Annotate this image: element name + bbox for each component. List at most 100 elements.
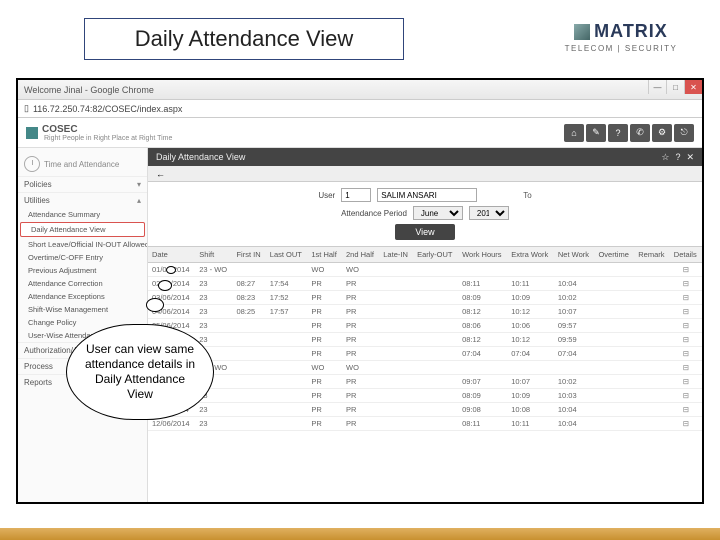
sidebar-item-utilities-4[interactable]: Previous Adjustment: [18, 264, 147, 277]
cell-lo: [266, 389, 308, 403]
row-details-button[interactable]: ⊟: [670, 277, 702, 291]
cell-ot: [594, 347, 634, 361]
column-header[interactable]: Extra Work: [507, 247, 554, 263]
column-header[interactable]: Date: [148, 247, 195, 263]
window-close-button[interactable]: ✕: [684, 80, 702, 94]
sidebar-item-utilities-7[interactable]: Shift-Wise Management: [18, 303, 147, 316]
cell-h1: PR: [307, 277, 342, 291]
topnav-icon-4[interactable]: ⚙: [652, 124, 672, 142]
table-row: 11/06/201423PRPR09:0810:0810:04⊟: [148, 403, 702, 417]
cell-eo: [413, 291, 458, 305]
column-header[interactable]: Late-IN: [379, 247, 413, 263]
row-details-button[interactable]: ⊟: [670, 305, 702, 319]
cell-ew: 10:09: [507, 291, 554, 305]
user-id-input[interactable]: [341, 188, 371, 202]
filter-area: User To Attendance Period June 2014 View: [148, 182, 702, 247]
sidebar-item-utilities-5[interactable]: Attendance Correction: [18, 277, 147, 290]
cell-wh: 08:09: [458, 389, 507, 403]
row-details-button[interactable]: ⊟: [670, 263, 702, 277]
cell-ew: [507, 361, 554, 375]
cell-ew: 10:08: [507, 403, 554, 417]
column-header[interactable]: Early-OUT: [413, 247, 458, 263]
sidebar-section-label: Process: [24, 362, 53, 371]
row-details-button[interactable]: ⊟: [670, 333, 702, 347]
cell-wh: [458, 263, 507, 277]
year-select[interactable]: 2014: [469, 206, 509, 220]
sidebar-module-header[interactable]: Time and Attendance: [18, 152, 147, 176]
cell-lo: [266, 347, 308, 361]
app-brand[interactable]: COSEC Right People in Right Place at Rig…: [26, 124, 172, 142]
sidebar-section-utilities[interactable]: Utilities ▴: [18, 192, 147, 208]
column-header[interactable]: Overtime: [594, 247, 634, 263]
window-minimize-button[interactable]: —: [648, 80, 666, 94]
cell-eo: [413, 263, 458, 277]
cell-h1: PR: [307, 305, 342, 319]
column-header[interactable]: 1st Half: [307, 247, 342, 263]
url-bar[interactable]: ▯ 116.72.250.74:82/COSEC/index.aspx: [18, 100, 702, 118]
cell-ew: 10:12: [507, 305, 554, 319]
sidebar-item-utilities-0[interactable]: Attendance Summary: [18, 208, 147, 221]
cell-h1: PR: [307, 291, 342, 305]
sidebar-item-utilities-3[interactable]: Overtime/C-OFF Entry: [18, 251, 147, 264]
cell-li: [379, 333, 413, 347]
topnav-icon-2[interactable]: ?: [608, 124, 628, 142]
cell-li: [379, 305, 413, 319]
cell-fi: 08:25: [232, 305, 265, 319]
cell-h1: WO: [307, 263, 342, 277]
cell-nw: 10:07: [554, 305, 595, 319]
cell-nw: 10:02: [554, 291, 595, 305]
table-row: 04/06/20142308:2517:57PRPR08:1210:1210:0…: [148, 305, 702, 319]
table-row: 09/06/201423PRPR09:0710:0710:02⊟: [148, 375, 702, 389]
cell-lo: [266, 403, 308, 417]
row-details-button[interactable]: ⊟: [670, 375, 702, 389]
row-details-button[interactable]: ⊟: [670, 319, 702, 333]
brand-sub: Right People in Right Place at Right Tim…: [44, 135, 172, 142]
column-header[interactable]: Last OUT: [266, 247, 308, 263]
cell-li: [379, 417, 413, 431]
cell-eo: [413, 305, 458, 319]
cell-ew: 10:11: [507, 417, 554, 431]
cell-li: [379, 319, 413, 333]
back-button[interactable]: ←: [156, 169, 165, 179]
month-select[interactable]: June: [413, 206, 463, 220]
period-label: Attendance Period: [341, 209, 407, 218]
cell-rm: [634, 417, 670, 431]
column-header[interactable]: Work Hours: [458, 247, 507, 263]
row-details-button[interactable]: ⊟: [670, 389, 702, 403]
cell-lo: [266, 361, 308, 375]
sidebar-section-policies[interactable]: Policies ▾: [18, 176, 147, 192]
row-details-button[interactable]: ⊟: [670, 291, 702, 305]
panel-header-icon-2[interactable]: ✕: [686, 152, 694, 163]
cell-li: [379, 361, 413, 375]
column-header[interactable]: 2nd Half: [342, 247, 379, 263]
panel-header-icon-0[interactable]: ☆: [661, 152, 669, 163]
cell-rm: [634, 291, 670, 305]
cell-ot: [594, 361, 634, 375]
cell-ew: 10:12: [507, 333, 554, 347]
topnav-icon-3[interactable]: ✆: [630, 124, 650, 142]
cell-fi: [232, 375, 265, 389]
column-header[interactable]: Shift: [195, 247, 232, 263]
cell-ot: [594, 417, 634, 431]
column-header[interactable]: Details: [670, 247, 702, 263]
user-name-input[interactable]: [377, 188, 477, 202]
cell-li: [379, 389, 413, 403]
row-details-button[interactable]: ⊟: [670, 417, 702, 431]
sidebar-item-utilities-2[interactable]: Short Leave/Official IN-OUT Allowed: [18, 238, 147, 251]
row-details-button[interactable]: ⊟: [670, 347, 702, 361]
sidebar-item-utilities-6[interactable]: Attendance Exceptions: [18, 290, 147, 303]
window-maximize-button[interactable]: □: [666, 80, 684, 94]
column-header[interactable]: Net Work: [554, 247, 595, 263]
cell-rm: [634, 361, 670, 375]
column-header[interactable]: Remark: [634, 247, 670, 263]
topnav-icon-0[interactable]: ⌂: [564, 124, 584, 142]
row-details-button[interactable]: ⊟: [670, 403, 702, 417]
row-details-button[interactable]: ⊟: [670, 361, 702, 375]
topnav-icon-5[interactable]: ⎋: [674, 124, 694, 142]
column-header[interactable]: First IN: [232, 247, 265, 263]
view-button[interactable]: View: [395, 224, 454, 240]
panel-header-icon-1[interactable]: ?: [675, 152, 680, 163]
sidebar-item-utilities-1[interactable]: Daily Attendance View: [20, 222, 145, 237]
topnav-icon-1[interactable]: ✎: [586, 124, 606, 142]
cell-wh: [458, 361, 507, 375]
